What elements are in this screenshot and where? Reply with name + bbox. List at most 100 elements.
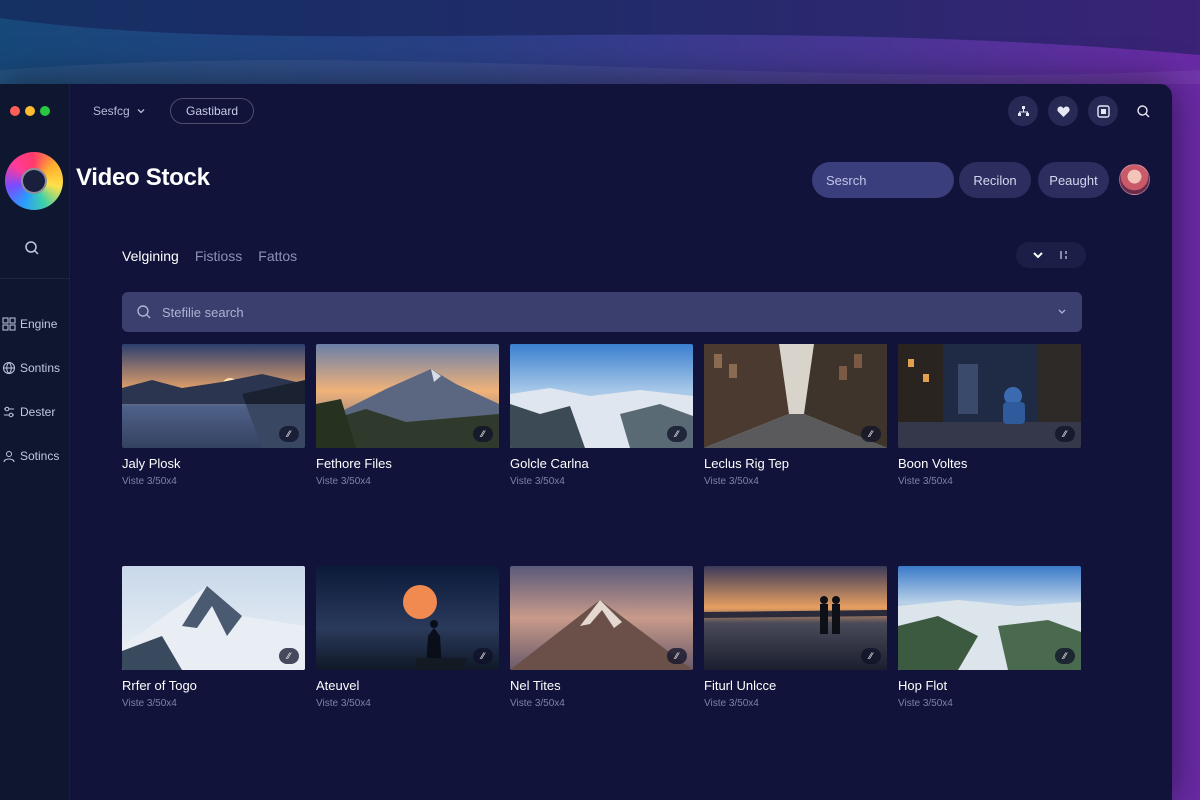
- video-thumbnail[interactable]: ⁄⁄: [122, 344, 305, 448]
- globe-icon: [3, 362, 15, 374]
- sidebar-item-sotincs[interactable]: Sotincs: [0, 434, 70, 478]
- chevron-down-icon[interactable]: [1032, 249, 1044, 261]
- view-toggle: [1016, 242, 1086, 268]
- header-button-peaught[interactable]: Peaught: [1038, 162, 1109, 198]
- minimize-window-button[interactable]: [25, 106, 35, 116]
- video-thumbnail[interactable]: ⁄⁄: [316, 566, 499, 670]
- video-title[interactable]: Boon Voltes: [898, 456, 1081, 471]
- video-card[interactable]: ⁄⁄ Nel Tites Viste 3/50x4: [510, 566, 693, 709]
- share-button[interactable]: [1008, 96, 1038, 126]
- video-thumbnail[interactable]: ⁄⁄: [704, 566, 887, 670]
- logo-center: [21, 168, 47, 194]
- sidebar-item-sontins[interactable]: Sontins: [0, 346, 70, 390]
- video-card[interactable]: ⁄⁄ Rrfer of Togo Viste 3/50x4: [122, 566, 305, 709]
- video-thumbnail[interactable]: ⁄⁄: [122, 566, 305, 670]
- alpine-aerial-thumbnail: [898, 566, 1081, 670]
- video-meta: Viste 3/50x4: [704, 698, 759, 709]
- video-meta: Viste 3/50x4: [510, 698, 565, 709]
- video-card[interactable]: ⁄⁄ Jaly Plosk Viste 3/50x4: [122, 344, 305, 487]
- video-card[interactable]: ⁄⁄ Hop Flot Viste 3/50x4: [898, 566, 1081, 709]
- video-meta: Viste 3/50x4: [898, 698, 953, 709]
- video-title[interactable]: Nel Tites: [510, 678, 693, 693]
- snow-peak-thumbnail: [122, 566, 305, 670]
- sunset-couple-thumbnail: [704, 566, 887, 670]
- close-window-button[interactable]: [10, 106, 20, 116]
- video-title[interactable]: Leclus Rig Tep: [704, 456, 887, 471]
- video-card[interactable]: ⁄⁄ Fiturl Unlcce Viste 3/50x4: [704, 566, 887, 709]
- hd-badge: ⁄⁄: [279, 426, 299, 442]
- video-row: ⁄⁄ Jaly Plosk Viste 3/50x4 ⁄⁄ Fethore Fi…: [122, 344, 1084, 487]
- video-title[interactable]: Golcle Carlna: [510, 456, 693, 471]
- header-button-recilon[interactable]: Recilon: [959, 162, 1031, 198]
- tab-velgining[interactable]: Velgining: [122, 248, 179, 264]
- favorites-button[interactable]: [1048, 96, 1078, 126]
- video-title[interactable]: Ateuvel: [316, 678, 499, 693]
- chevron-down-icon[interactable]: [1056, 305, 1068, 317]
- share-icon: [1017, 105, 1029, 116]
- header-search-label: Sesrch: [826, 172, 867, 188]
- sliders-icon: [4, 406, 14, 418]
- hd-badge: ⁄⁄: [861, 426, 881, 442]
- search-icon: [1136, 104, 1149, 117]
- video-thumbnail[interactable]: ⁄⁄: [898, 566, 1081, 670]
- sidebar-item-label: Dester: [20, 405, 56, 419]
- video-meta: Viste 3/50x4: [316, 476, 371, 487]
- video-card[interactable]: ⁄⁄ Boon Voltes Viste 3/50x4: [898, 344, 1081, 487]
- video-card[interactable]: ⁄⁄ Golcle Carlna Viste 3/50x4: [510, 344, 693, 487]
- video-thumbnail[interactable]: ⁄⁄: [510, 344, 693, 448]
- dashboard-pill-button[interactable]: Gastibard: [170, 98, 254, 124]
- page-title: Video Stock: [76, 164, 210, 191]
- video-row: ⁄⁄ Rrfer of Togo Viste 3/50x4 ⁄⁄ Ateuvel…: [122, 566, 1084, 709]
- list-view-icon[interactable]: [1058, 249, 1070, 261]
- sidebar-item-dester[interactable]: Dester: [0, 390, 70, 434]
- hd-badge: ⁄⁄: [667, 426, 687, 442]
- sidebar-item-label: Sotincs: [20, 449, 60, 463]
- header-button-label: Peaught: [1049, 172, 1098, 188]
- maximize-window-button[interactable]: [40, 106, 50, 116]
- library-button[interactable]: [1088, 96, 1118, 126]
- sidebar: Engine Sontins Dester Sotincs: [0, 84, 70, 800]
- video-thumbnail[interactable]: ⁄⁄: [316, 344, 499, 448]
- sidebar-item-engine[interactable]: Engine: [0, 302, 70, 346]
- moon-silhouette-thumbnail: [316, 566, 499, 670]
- heart-icon: [1056, 106, 1070, 117]
- video-title[interactable]: Fethore Files: [316, 456, 499, 471]
- grid-icon: [2, 317, 16, 331]
- video-title[interactable]: Jaly Plosk: [122, 456, 305, 471]
- video-title[interactable]: Hop Flot: [898, 678, 1081, 693]
- hd-badge: ⁄⁄: [667, 648, 687, 664]
- header-button-label: Recilon: [973, 172, 1017, 188]
- video-card[interactable]: ⁄⁄ Fethore Files Viste 3/50x4: [316, 344, 499, 487]
- sidebar-item-label: Sontins: [20, 361, 61, 375]
- video-thumbnail[interactable]: ⁄⁄: [704, 344, 887, 448]
- video-card[interactable]: ⁄⁄ Ateuvel Viste 3/50x4: [316, 566, 499, 709]
- sidebar-divider: [0, 278, 70, 279]
- video-title[interactable]: Rrfer of Togo: [122, 678, 305, 693]
- topbar-menu-dropdown[interactable]: Sesfcg: [93, 104, 146, 118]
- video-thumbnail[interactable]: ⁄⁄: [510, 566, 693, 670]
- aerial-snow-thumbnail: [510, 344, 693, 448]
- mountain-valley-thumbnail: [316, 344, 499, 448]
- header-search-button[interactable]: Sesrch: [812, 162, 954, 198]
- video-title[interactable]: Fiturl Unlcce: [704, 678, 887, 693]
- app-logo: [5, 152, 63, 210]
- hd-badge: ⁄⁄: [473, 648, 493, 664]
- video-meta: Viste 3/50x4: [316, 698, 371, 709]
- hd-badge: ⁄⁄: [473, 426, 493, 442]
- tab-fistioss[interactable]: Fistioss: [195, 248, 242, 264]
- video-thumbnail[interactable]: ⁄⁄: [898, 344, 1081, 448]
- window-controls: [10, 106, 50, 116]
- video-meta: Viste 3/50x4: [704, 476, 759, 487]
- tab-fattos[interactable]: Fattos: [258, 248, 297, 264]
- hd-badge: ⁄⁄: [1055, 426, 1075, 442]
- video-search-bar[interactable]: Stefilie search: [122, 292, 1082, 332]
- search-icon[interactable]: [24, 240, 40, 256]
- hd-badge: ⁄⁄: [279, 648, 299, 664]
- video-card[interactable]: ⁄⁄ Leclus Rig Tep Viste 3/50x4: [704, 344, 887, 487]
- video-grid: ⁄⁄ Jaly Plosk Viste 3/50x4 ⁄⁄ Fethore Fi…: [122, 344, 1084, 788]
- top-search-button[interactable]: [1128, 96, 1158, 126]
- topbar-menu-label: Sesfcg: [93, 104, 130, 118]
- city-street-thumbnail: [704, 344, 887, 448]
- avatar[interactable]: [1119, 164, 1150, 195]
- sidebar-nav: Engine Sontins Dester Sotincs: [0, 302, 70, 478]
